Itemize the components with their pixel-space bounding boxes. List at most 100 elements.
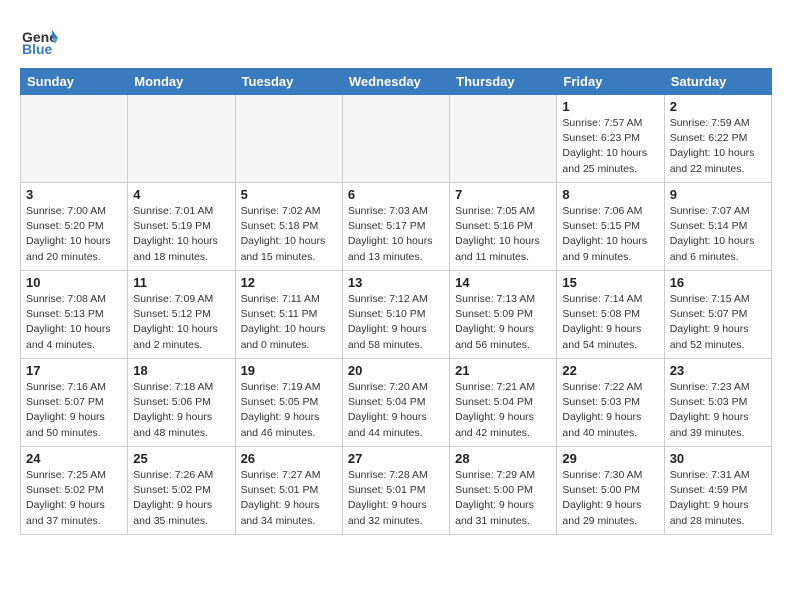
calendar-cell: 29 Sunrise: 7:30 AMSunset: 5:00 PMDayligh… [557, 447, 664, 535]
calendar-cell [21, 95, 128, 183]
calendar-cell: 6Sunrise: 7:03 AMSunset: 5:17 PMDaylight… [342, 183, 449, 271]
calendar-cell: 26Sunrise: 7:27 AMSunset: 5:01 PMDayligh… [235, 447, 342, 535]
calendar-cell: 10 Sunrise: 7:08 AMSunset: 5:13 PMDayligh… [21, 271, 128, 359]
calendar-cell [128, 95, 235, 183]
day-number: 15 [562, 275, 658, 290]
day-info: Sunrise: 7:59 AMSunset: 6:22 PMDaylight:… [670, 116, 766, 177]
day-info: Sunrise: 7:57 AMSunset: 6:23 PMDaylight:… [562, 116, 658, 177]
day-number: 7 [455, 187, 551, 202]
calendar-cell: 15 Sunrise: 7:14 AMSunset: 5:08 PMDayligh… [557, 271, 664, 359]
calendar-week-3: 10 Sunrise: 7:08 AMSunset: 5:13 PMDayligh… [21, 271, 772, 359]
day-number: 18 [133, 363, 229, 378]
day-info: Sunrise: 7:25 AMSunset: 5:02 PMDaylight:… [26, 468, 122, 529]
day-info: Sunrise: 7:19 AMSunset: 5:05 PMDaylight:… [241, 380, 337, 441]
calendar-cell: 9Sunrise: 7:07 AMSunset: 5:14 PMDaylight… [664, 183, 771, 271]
calendar-cell: 5 Sunrise: 7:02 AMSunset: 5:18 PMDaylight… [235, 183, 342, 271]
calendar-cell: 18Sunrise: 7:18 AMSunset: 5:06 PMDayligh… [128, 359, 235, 447]
calendar-cell: 4 Sunrise: 7:01 AMSunset: 5:19 PMDaylight… [128, 183, 235, 271]
day-info: Sunrise: 7:12 AMSunset: 5:10 PMDaylight:… [348, 292, 444, 353]
calendar-cell: 28Sunrise: 7:29 AMSunset: 5:00 PMDayligh… [450, 447, 557, 535]
day-number: 14 [455, 275, 551, 290]
day-number: 13 [348, 275, 444, 290]
day-number: 24 [26, 451, 122, 466]
calendar-cell: 16 Sunrise: 7:15 AMSunset: 5:07 PMDayligh… [664, 271, 771, 359]
day-number: 11 [133, 275, 229, 290]
calendar-week-5: 24 Sunrise: 7:25 AMSunset: 5:02 PMDayligh… [21, 447, 772, 535]
calendar-cell [235, 95, 342, 183]
calendar-week-4: 17 Sunrise: 7:16 AMSunset: 5:07 PMDayligh… [21, 359, 772, 447]
calendar-cell: 12 Sunrise: 7:11 AMSunset: 5:11 PMDayligh… [235, 271, 342, 359]
weekday-header-monday: Monday [128, 69, 235, 95]
day-number: 17 [26, 363, 122, 378]
day-info: Sunrise: 7:11 AMSunset: 5:11 PMDaylight:… [241, 292, 337, 353]
day-info: Sunrise: 7:14 AMSunset: 5:08 PMDaylight:… [562, 292, 658, 353]
weekday-header-sunday: Sunday [21, 69, 128, 95]
day-info: Sunrise: 7:08 AMSunset: 5:13 PMDaylight:… [26, 292, 122, 353]
weekday-header-saturday: Saturday [664, 69, 771, 95]
day-number: 10 [26, 275, 122, 290]
calendar-cell: 21 Sunrise: 7:21 AMSunset: 5:04 PMDayligh… [450, 359, 557, 447]
day-number: 29 [562, 451, 658, 466]
day-number: 23 [670, 363, 766, 378]
calendar-cell: 8 Sunrise: 7:06 AMSunset: 5:15 PMDaylight… [557, 183, 664, 271]
day-number: 20 [348, 363, 444, 378]
day-number: 12 [241, 275, 337, 290]
logo: General Blue [20, 20, 64, 58]
day-number: 28 [455, 451, 551, 466]
day-info: Sunrise: 7:06 AMSunset: 5:15 PMDaylight:… [562, 204, 658, 265]
day-number: 8 [562, 187, 658, 202]
day-info: Sunrise: 7:28 AMSunset: 5:01 PMDaylight:… [348, 468, 444, 529]
day-number: 1 [562, 99, 658, 114]
day-info: Sunrise: 7:07 AMSunset: 5:14 PMDaylight:… [670, 204, 766, 265]
day-info: Sunrise: 7:01 AMSunset: 5:19 PMDaylight:… [133, 204, 229, 265]
calendar-cell: 13 Sunrise: 7:12 AMSunset: 5:10 PMDayligh… [342, 271, 449, 359]
day-number: 27 [348, 451, 444, 466]
calendar-cell [450, 95, 557, 183]
day-number: 5 [241, 187, 337, 202]
calendar-cell: 17 Sunrise: 7:16 AMSunset: 5:07 PMDayligh… [21, 359, 128, 447]
day-number: 30 [670, 451, 766, 466]
day-info: Sunrise: 7:26 AMSunset: 5:02 PMDaylight:… [133, 468, 229, 529]
day-info: Sunrise: 7:16 AMSunset: 5:07 PMDaylight:… [26, 380, 122, 441]
calendar-cell: 14Sunrise: 7:13 AMSunset: 5:09 PMDayligh… [450, 271, 557, 359]
calendar-header-row: SundayMondayTuesdayWednesdayThursdayFrid… [21, 69, 772, 95]
day-info: Sunrise: 7:15 AMSunset: 5:07 PMDaylight:… [670, 292, 766, 353]
calendar-cell: 3 Sunrise: 7:00 AMSunset: 5:20 PMDaylight… [21, 183, 128, 271]
day-info: Sunrise: 7:05 AMSunset: 5:16 PMDaylight:… [455, 204, 551, 265]
day-number: 16 [670, 275, 766, 290]
calendar-cell: 30 Sunrise: 7:31 AMSunset: 4:59 PMDayligh… [664, 447, 771, 535]
calendar-cell: 1 Sunrise: 7:57 AMSunset: 6:23 PMDaylight… [557, 95, 664, 183]
calendar-cell: 24 Sunrise: 7:25 AMSunset: 5:02 PMDayligh… [21, 447, 128, 535]
weekday-header-thursday: Thursday [450, 69, 557, 95]
calendar-cell: 27 Sunrise: 7:28 AMSunset: 5:01 PMDayligh… [342, 447, 449, 535]
day-info: Sunrise: 7:31 AMSunset: 4:59 PMDaylight:… [670, 468, 766, 529]
day-number: 19 [241, 363, 337, 378]
header: General Blue [20, 16, 772, 58]
calendar-cell: 23 Sunrise: 7:23 AMSunset: 5:03 PMDayligh… [664, 359, 771, 447]
day-number: 4 [133, 187, 229, 202]
day-info: Sunrise: 7:27 AMSunset: 5:01 PMDaylight:… [241, 468, 337, 529]
day-info: Sunrise: 7:21 AMSunset: 5:04 PMDaylight:… [455, 380, 551, 441]
day-number: 2 [670, 99, 766, 114]
day-info: Sunrise: 7:22 AMSunset: 5:03 PMDaylight:… [562, 380, 658, 441]
day-info: Sunrise: 7:03 AMSunset: 5:17 PMDaylight:… [348, 204, 444, 265]
calendar-week-1: 1 Sunrise: 7:57 AMSunset: 6:23 PMDaylight… [21, 95, 772, 183]
calendar-cell: 25 Sunrise: 7:26 AMSunset: 5:02 PMDayligh… [128, 447, 235, 535]
day-number: 25 [133, 451, 229, 466]
day-info: Sunrise: 7:23 AMSunset: 5:03 PMDaylight:… [670, 380, 766, 441]
calendar-cell: 20Sunrise: 7:20 AMSunset: 5:04 PMDayligh… [342, 359, 449, 447]
calendar-cell: 2 Sunrise: 7:59 AMSunset: 6:22 PMDaylight… [664, 95, 771, 183]
calendar-cell: 7 Sunrise: 7:05 AMSunset: 5:16 PMDaylight… [450, 183, 557, 271]
calendar-cell: 22 Sunrise: 7:22 AMSunset: 5:03 PMDayligh… [557, 359, 664, 447]
day-info: Sunrise: 7:02 AMSunset: 5:18 PMDaylight:… [241, 204, 337, 265]
calendar-cell [342, 95, 449, 183]
page: General Blue SundayMondayTuesdayWednesda… [0, 0, 792, 551]
day-info: Sunrise: 7:30 AMSunset: 5:00 PMDaylight:… [562, 468, 658, 529]
weekday-header-friday: Friday [557, 69, 664, 95]
day-number: 21 [455, 363, 551, 378]
weekday-header-wednesday: Wednesday [342, 69, 449, 95]
day-number: 3 [26, 187, 122, 202]
day-info: Sunrise: 7:00 AMSunset: 5:20 PMDaylight:… [26, 204, 122, 265]
day-number: 22 [562, 363, 658, 378]
weekday-header-tuesday: Tuesday [235, 69, 342, 95]
